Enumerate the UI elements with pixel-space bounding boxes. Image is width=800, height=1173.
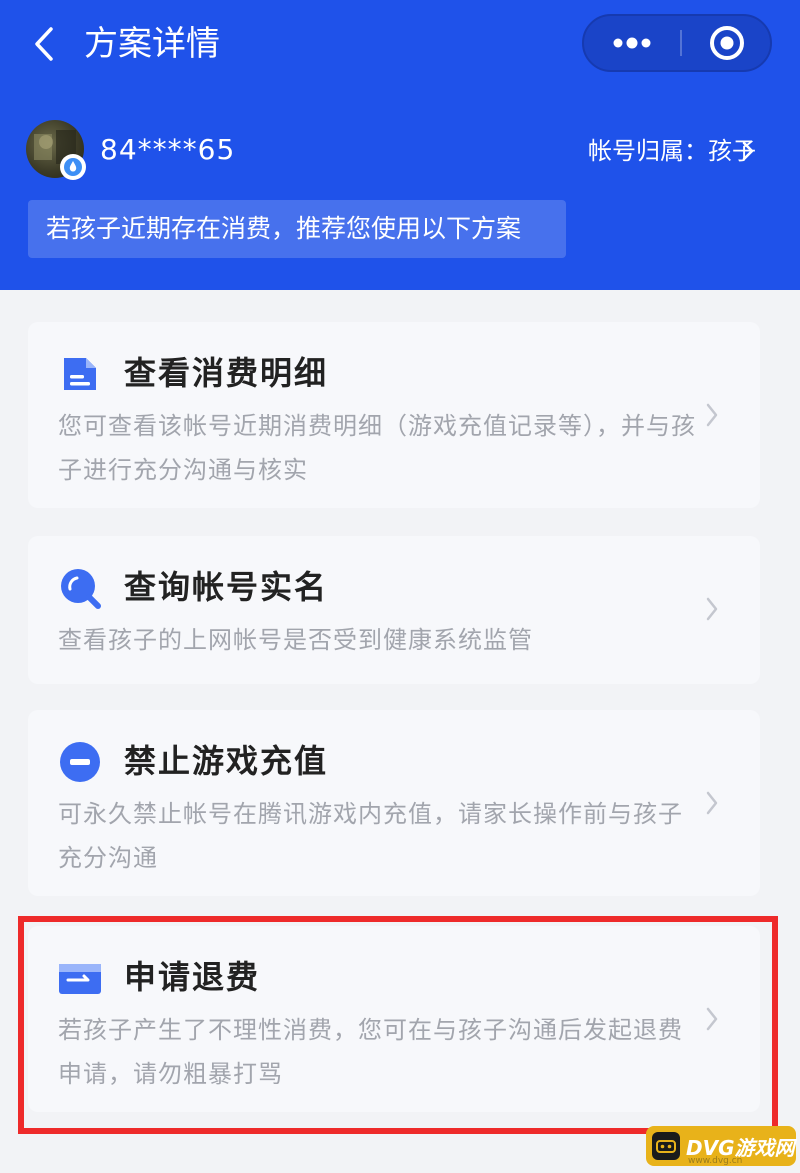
mini-program-capsule: [582, 14, 772, 72]
chevron-right-icon[interactable]: [738, 138, 758, 164]
watermark-url: www.dvg.cn: [688, 1156, 743, 1166]
card-ban-recharge[interactable]: 禁止游戏充值 可永久禁止帐号在腾讯游戏内充值，请家长操作前与孩子充分沟通: [28, 710, 760, 896]
verified-badge: [60, 154, 86, 180]
back-button[interactable]: [24, 22, 64, 66]
card-title: 禁止游戏充值: [124, 742, 329, 780]
highlight-annotation-box: [18, 916, 778, 1134]
account-id: 84****65: [100, 133, 236, 166]
card-title: 查询帐号实名: [124, 568, 329, 606]
card-description: 您可查看该帐号近期消费明细（游戏充值记录等），并与孩子进行充分沟通与核实: [58, 412, 696, 484]
search-icon: [58, 566, 102, 610]
card-realname-query[interactable]: 查询帐号实名 查看孩子的上网帐号是否受到健康系统监管: [28, 536, 760, 684]
card-description: 可永久禁止帐号在腾讯游戏内充值，请家长操作前与孩子充分沟通: [58, 800, 683, 872]
back-arrow-icon: [35, 27, 53, 61]
recommendation-tip: 若孩子近期存在消费，推荐您使用以下方案: [28, 200, 566, 258]
chevron-right-icon: [702, 788, 722, 818]
chevron-right-icon: [702, 594, 722, 624]
account-owner-link[interactable]: 帐号归属：孩子: [588, 132, 756, 170]
close-mini-program-button[interactable]: [682, 16, 772, 70]
more-dots-icon: [613, 37, 651, 49]
forbid-icon: [58, 740, 102, 784]
document-icon: [58, 352, 102, 396]
card-description: 查看孩子的上网帐号是否受到健康系统监管: [58, 626, 533, 654]
more-button[interactable]: [584, 16, 680, 70]
chevron-right-icon: [702, 400, 722, 430]
page-title: 方案详情: [84, 24, 220, 64]
card-title: 查看消费明细: [124, 354, 329, 392]
card-consumption-detail[interactable]: 查看消费明细 您可查看该帐号近期消费明细（游戏充值记录等），并与孩子进行充分沟通…: [28, 322, 760, 508]
target-icon: [710, 26, 744, 60]
drop-badge-icon: [64, 158, 82, 176]
gamepad-icon: [652, 1132, 680, 1160]
